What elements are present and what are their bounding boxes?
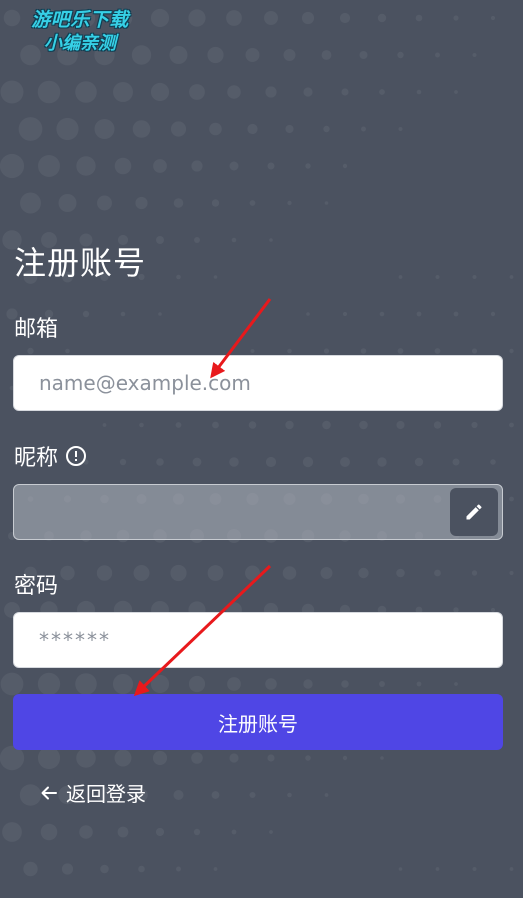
email-label: 邮箱 — [14, 317, 59, 342]
back-to-login-label: 返回登录 — [66, 782, 146, 806]
password-label: 密码 — [14, 574, 59, 599]
password-input[interactable] — [13, 612, 503, 668]
back-to-login-link[interactable]: 返回登录 — [40, 778, 146, 807]
arrow-left-icon — [41, 786, 57, 799]
info-circle-icon[interactable] — [66, 446, 87, 466]
page-title: 注册账号 — [14, 244, 147, 282]
edit-nickname-button[interactable] — [450, 488, 498, 536]
nickname-label-row: 昵称 — [14, 440, 87, 472]
watermark-line-2: 小编亲测 — [44, 33, 116, 54]
watermark-logo: 游吧乐下载 小编亲测 — [10, 8, 150, 56]
watermark-line-1: 游吧乐下载 — [31, 9, 129, 31]
nickname-label: 昵称 — [14, 446, 59, 471]
register-button[interactable]: 注册账号 — [13, 694, 503, 750]
email-input[interactable] — [13, 355, 503, 411]
nickname-field — [13, 484, 503, 540]
pencil-icon — [466, 504, 482, 520]
